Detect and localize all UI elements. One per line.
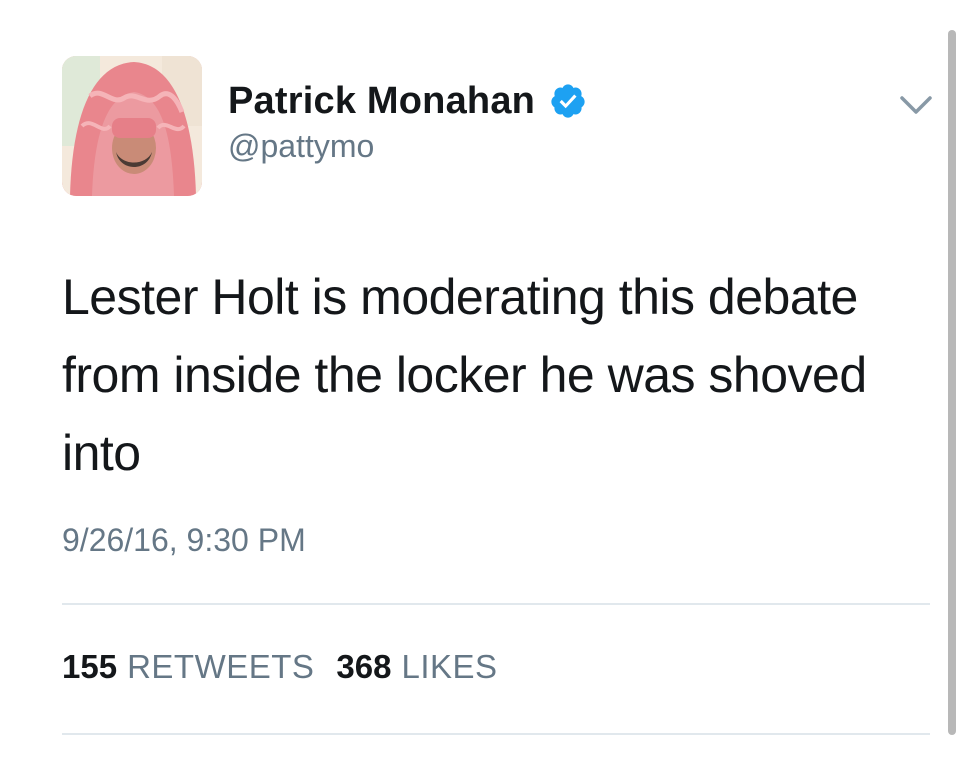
scrollbar[interactable]	[948, 30, 956, 735]
verified-badge-icon	[549, 82, 587, 120]
author-name-row: Patrick Monahan	[228, 78, 587, 124]
retweets-stat[interactable]: 155 RETWEETS	[62, 648, 314, 686]
likes-count: 368	[336, 648, 392, 685]
chevron-down-icon[interactable]	[896, 90, 936, 120]
author-display-name[interactable]: Patrick Monahan	[228, 80, 535, 123]
divider	[62, 603, 930, 605]
tweet-timestamp[interactable]: 9/26/16, 9:30 PM	[62, 522, 306, 559]
likes-stat[interactable]: 368 LIKES	[336, 648, 497, 686]
tweet-text: Lester Holt is moderating this debate fr…	[62, 269, 867, 481]
avatar[interactable]	[62, 56, 202, 196]
retweets-label: RETWEETS	[127, 648, 315, 685]
tweet-stats: 155 RETWEETS 368 LIKES	[62, 648, 498, 686]
author-handle[interactable]: @pattymo	[228, 128, 374, 165]
divider	[62, 733, 930, 735]
retweets-count: 155	[62, 648, 118, 685]
tweet-card: Patrick Monahan @pattymo Lester Holt is …	[0, 0, 980, 773]
likes-label: LIKES	[401, 648, 498, 685]
hooded-person-avatar-icon	[62, 56, 202, 196]
